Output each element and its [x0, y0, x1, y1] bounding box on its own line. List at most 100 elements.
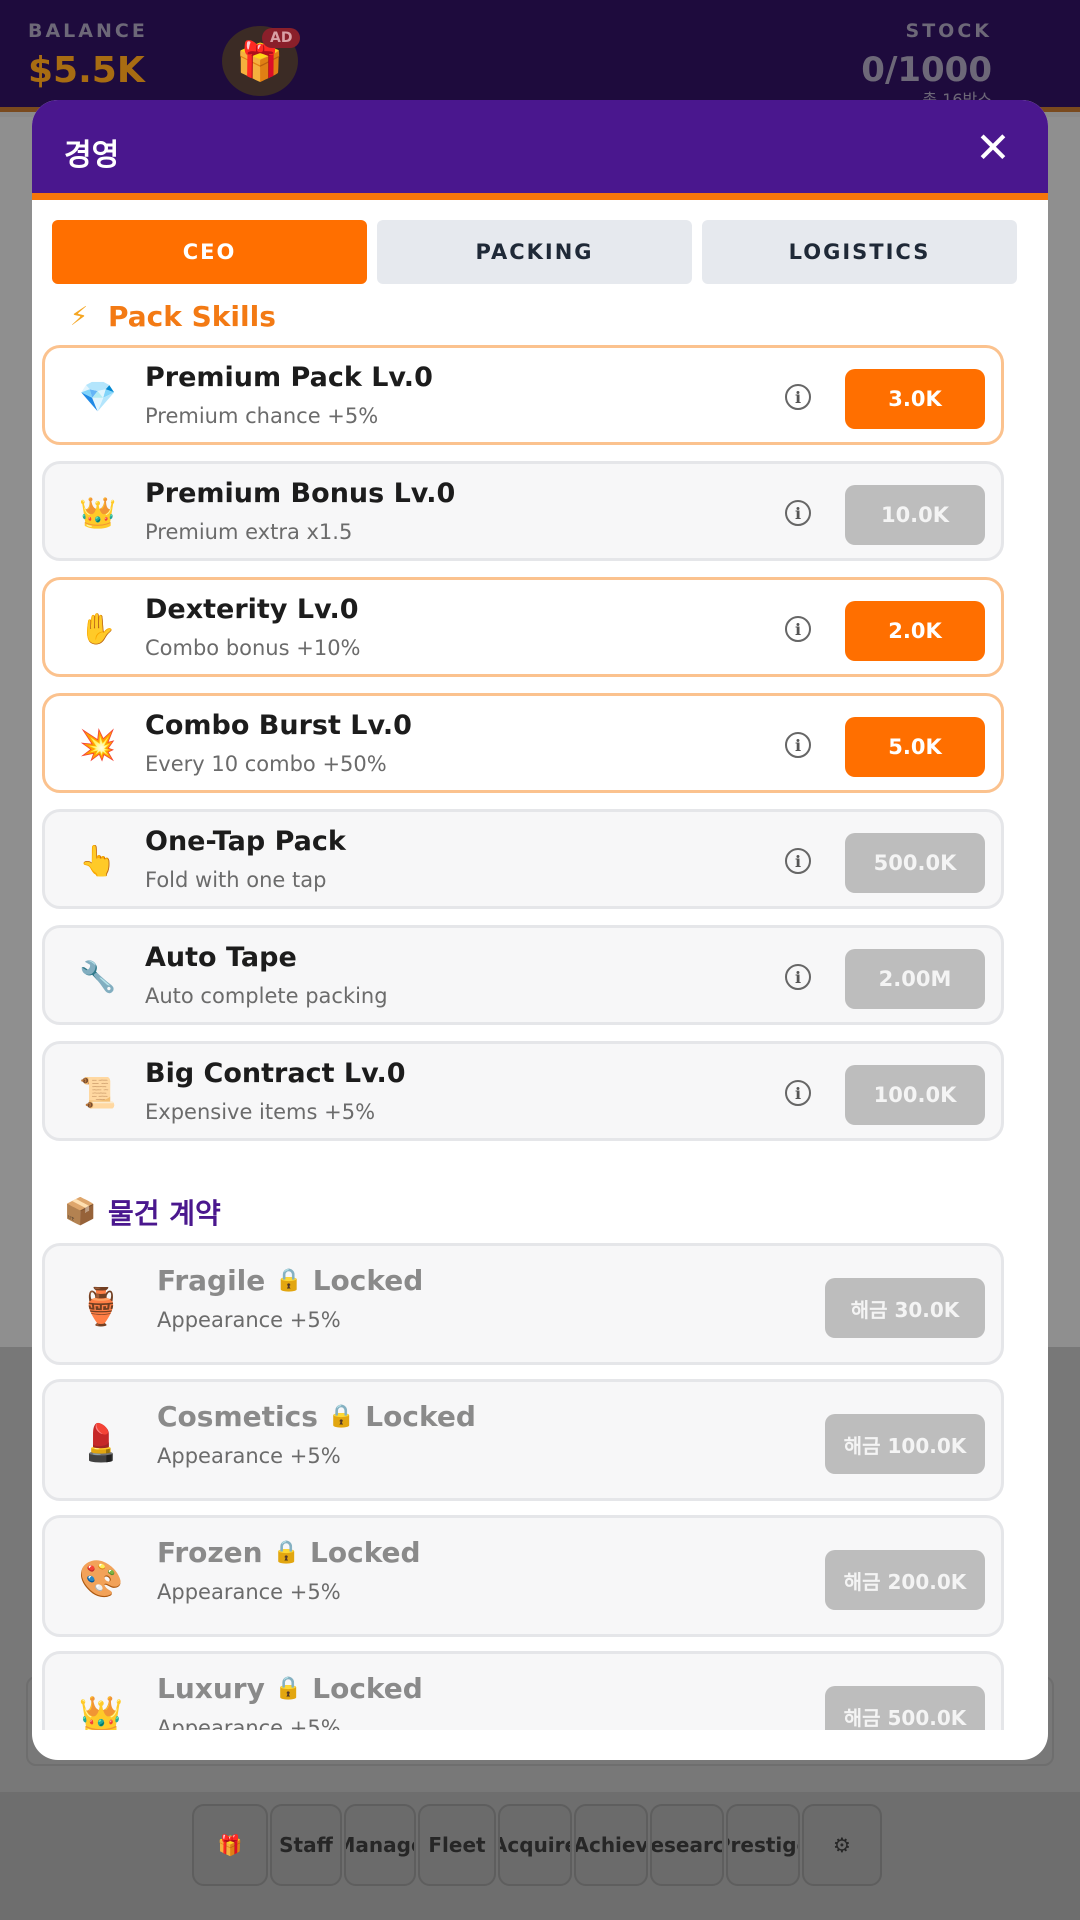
- lightning-icon: ⚡: [69, 301, 89, 332]
- nav-gift-button[interactable]: 🎁: [192, 1804, 268, 1886]
- contract-row[interactable]: 👑 Luxury 🔒 Locked Appearance +5% 해금 500.0K: [42, 1651, 1004, 1730]
- balance-label: BALANCE: [28, 20, 148, 42]
- contract-description: Appearance +5%: [157, 1444, 341, 1468]
- ad-badge: AD: [262, 28, 301, 48]
- lock-icon: 🔒: [275, 1268, 303, 1293]
- skill-description: Every 10 combo +50%: [145, 752, 387, 776]
- contract-title: Cosmetics 🔒 Locked: [157, 1400, 476, 1433]
- lock-icon: 🔒: [327, 1404, 356, 1429]
- upgrade-price-button[interactable]: 5.0K: [845, 717, 985, 777]
- skill-description: Combo bonus +10%: [145, 636, 361, 660]
- balance-value: $5.5K: [28, 50, 145, 91]
- gift-icon: 🎁: [217, 1833, 243, 1857]
- stock-value: 0/1000: [861, 50, 992, 90]
- skill-description: Expensive items +5%: [145, 1100, 376, 1124]
- contract-description: Appearance +5%: [157, 1716, 341, 1730]
- skill-title: Premium Pack Lv.0: [145, 362, 433, 393]
- locked-status: Locked: [312, 1264, 424, 1297]
- nav-staff[interactable]: Staff: [270, 1804, 342, 1886]
- skill-row[interactable]: 👆 One-Tap Pack Fold with one tap i 500.0K: [42, 809, 1004, 909]
- info-icon[interactable]: i: [785, 732, 811, 758]
- skill-row[interactable]: 📜 Big Contract Lv.0 Expensive items +5% i 10…: [42, 1041, 1004, 1141]
- upgrade-price-button[interactable]: 2.00M: [845, 949, 985, 1009]
- locked-status: Locked: [310, 1536, 421, 1569]
- skill-description: Fold with one tap: [145, 868, 327, 892]
- modal-header: 경영 ✕: [32, 100, 1048, 200]
- contract-row[interactable]: 💄 Cosmetics 🔒 Locked Appearance +5% 해금 100.0K: [42, 1379, 1004, 1501]
- contract-title: Frozen 🔒 Locked: [157, 1536, 421, 1569]
- info-icon[interactable]: i: [785, 500, 811, 526]
- contract-name: Cosmetics: [157, 1400, 318, 1433]
- section-item-contracts: 📦 물건 계약: [64, 1192, 221, 1232]
- wrench-icon: 🔧: [79, 959, 117, 995]
- contract-description: Appearance +5%: [157, 1308, 341, 1332]
- skill-title: Dexterity Lv.0: [145, 594, 359, 625]
- skill-title: Combo Burst Lv.0: [145, 710, 412, 741]
- unlock-button[interactable]: 해금 30.0K: [825, 1278, 985, 1338]
- contract-title: Fragile 🔒 Locked: [157, 1264, 423, 1297]
- nav-manage[interactable]: Manage: [344, 1804, 416, 1886]
- tab-ceo[interactable]: CEO: [52, 220, 367, 284]
- crown-icon: 👑: [78, 1695, 124, 1730]
- skill-row[interactable]: 💎 Premium Pack Lv.0 Premium chance +5% i 3.0…: [42, 345, 1004, 445]
- info-icon[interactable]: i: [785, 616, 811, 642]
- tab-packing[interactable]: PACKING: [377, 220, 692, 284]
- info-icon[interactable]: i: [785, 1080, 811, 1106]
- bottom-nav: 🎁 Staff Manage Fleet Acquire Achiev Rese…: [192, 1804, 882, 1886]
- section-title: Pack Skills: [108, 300, 276, 333]
- info-icon[interactable]: i: [785, 384, 811, 410]
- nav-achievements[interactable]: Achiev: [574, 1804, 648, 1886]
- nav-research[interactable]: Research: [650, 1804, 724, 1886]
- contract-name: Frozen: [157, 1536, 263, 1569]
- stock-label: STOCK: [905, 20, 992, 42]
- upgrade-price-button[interactable]: 100.0K: [845, 1065, 985, 1125]
- gear-icon: ⚙: [833, 1833, 851, 1857]
- package-icon: 📦: [64, 1197, 97, 1227]
- section-pack-skills: ⚡ Pack Skills: [64, 300, 276, 333]
- nav-fleet[interactable]: Fleet: [418, 1804, 496, 1886]
- lock-icon: 🔒: [272, 1540, 301, 1565]
- skill-row[interactable]: 👑 Premium Bonus Lv.0 Premium extra x1.5 i 10…: [42, 461, 1004, 561]
- unlock-button[interactable]: 해금 200.0K: [825, 1550, 985, 1610]
- makeup-icon: 💄: [78, 1423, 124, 1464]
- skill-row[interactable]: 💥 Combo Burst Lv.0 Every 10 combo +50% i 5.0…: [42, 693, 1004, 793]
- info-icon[interactable]: i: [785, 848, 811, 874]
- skill-row[interactable]: ✋ Dexterity Lv.0 Combo bonus +10% i 2.0K: [42, 577, 1004, 677]
- skill-row[interactable]: 🔧 Auto Tape Auto complete packing i 2.00M: [42, 925, 1004, 1025]
- contract-name: Fragile: [157, 1264, 266, 1297]
- skill-title: One-Tap Pack: [145, 826, 346, 857]
- skill-title: Big Contract Lv.0: [145, 1058, 406, 1089]
- contract-row[interactable]: 🎨 Frozen 🔒 Locked Appearance +5% 해금 200.0K: [42, 1515, 1004, 1637]
- upgrade-price-button[interactable]: 500.0K: [845, 833, 985, 893]
- nav-settings-button[interactable]: ⚙: [802, 1804, 882, 1886]
- tap-icon: 👆: [79, 843, 117, 879]
- palette-icon: 🎨: [78, 1559, 124, 1600]
- skill-description: Premium extra x1.5: [145, 520, 353, 544]
- contract-title: Luxury 🔒 Locked: [157, 1672, 423, 1705]
- locked-status: Locked: [365, 1400, 476, 1433]
- tab-bar: CEO PACKING LOGISTICS: [52, 220, 1017, 284]
- hand-icon: ✋: [79, 611, 117, 647]
- tab-logistics[interactable]: LOGISTICS: [702, 220, 1017, 284]
- upgrade-price-button[interactable]: 2.0K: [845, 601, 985, 661]
- contract-description: Appearance +5%: [157, 1580, 341, 1604]
- section-title: 물건 계약: [108, 1197, 221, 1230]
- upgrade-price-button[interactable]: 10.0K: [845, 485, 985, 545]
- lock-icon: 🔒: [274, 1676, 303, 1701]
- upgrade-price-button[interactable]: 3.0K: [845, 369, 985, 429]
- skill-description: Auto complete packing: [145, 984, 388, 1008]
- unlock-button[interactable]: 해금 100.0K: [825, 1414, 985, 1474]
- close-button[interactable]: ✕: [968, 122, 1018, 172]
- modal-title: 경영: [64, 138, 120, 173]
- unlock-button[interactable]: 해금 500.0K: [825, 1686, 985, 1730]
- gem-icon: 💎: [79, 379, 117, 415]
- info-icon[interactable]: i: [785, 964, 811, 990]
- crown-icon: 👑: [79, 495, 117, 531]
- nav-prestige[interactable]: Prestige: [726, 1804, 800, 1886]
- modal-scroll-area[interactable]: ⚡ Pack Skills 💎 Premium Pack Lv.0 Premium …: [32, 290, 1048, 1730]
- skill-title: Premium Bonus Lv.0: [145, 478, 456, 509]
- contract-row[interactable]: 🏺 Fragile 🔒 Locked Appearance +5% 해금 30.0K: [42, 1243, 1004, 1365]
- skill-title: Auto Tape: [145, 942, 297, 973]
- burst-icon: 💥: [79, 727, 117, 763]
- nav-acquire[interactable]: Acquire: [498, 1804, 572, 1886]
